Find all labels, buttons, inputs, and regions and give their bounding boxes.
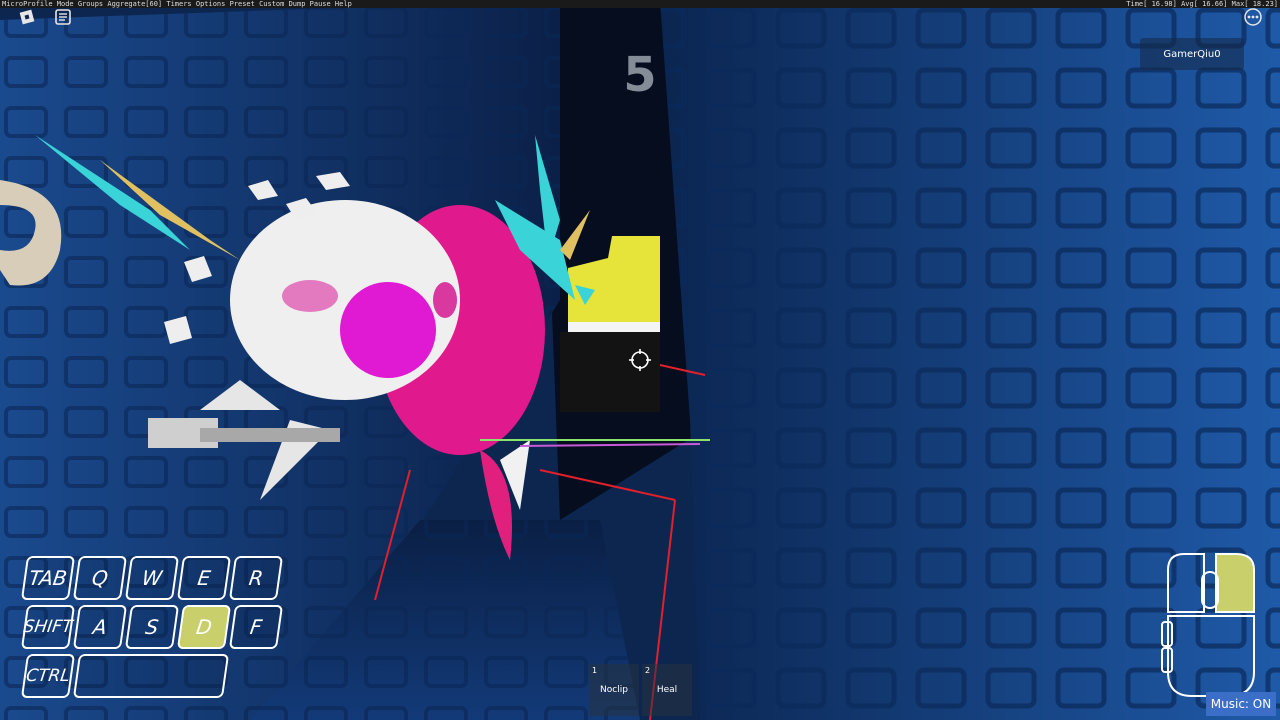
key-tab: TAB [20,556,76,600]
microprofile-bar[interactable]: MicroProfile Mode Groups Aggregate[60] T… [0,0,1280,8]
key-space [72,654,230,698]
more-menu-icon [1244,8,1262,26]
music-toggle-button[interactable]: Music: ON [1206,692,1276,716]
crosshair-icon [629,349,651,371]
key-q: Q [72,556,128,600]
player-list-name[interactable]: GamerQiu0 [1140,38,1244,70]
key-d: D [176,605,232,649]
hotbar-slot-number: 2 [645,666,651,675]
key-r: R [228,556,284,600]
hotbar-slot-noclip[interactable]: 1 Noclip [589,664,639,716]
key-a: A [72,605,128,649]
hotbar-slot-label: Heal [656,685,678,695]
mouse-icon [1161,553,1255,697]
key-w: W [124,556,180,600]
key-e: E [176,556,232,600]
key-s: S [124,605,180,649]
more-menu-button[interactable] [1240,6,1266,28]
roblox-menu-button[interactable] [14,6,40,28]
roblox-logo-icon [19,9,35,25]
key-ctrl: CTRL [20,654,76,698]
chat-icon [55,9,71,25]
chat-button[interactable] [50,6,76,28]
key-f: F [228,605,284,649]
hotbar-slot-heal[interactable]: 2 Heal [642,664,692,716]
hotbar-slot-number: 1 [592,666,598,675]
hotbar-slot-label: Noclip [600,685,628,695]
key-shift: SHIFT [20,605,76,649]
counter-display: 5 [623,47,657,103]
